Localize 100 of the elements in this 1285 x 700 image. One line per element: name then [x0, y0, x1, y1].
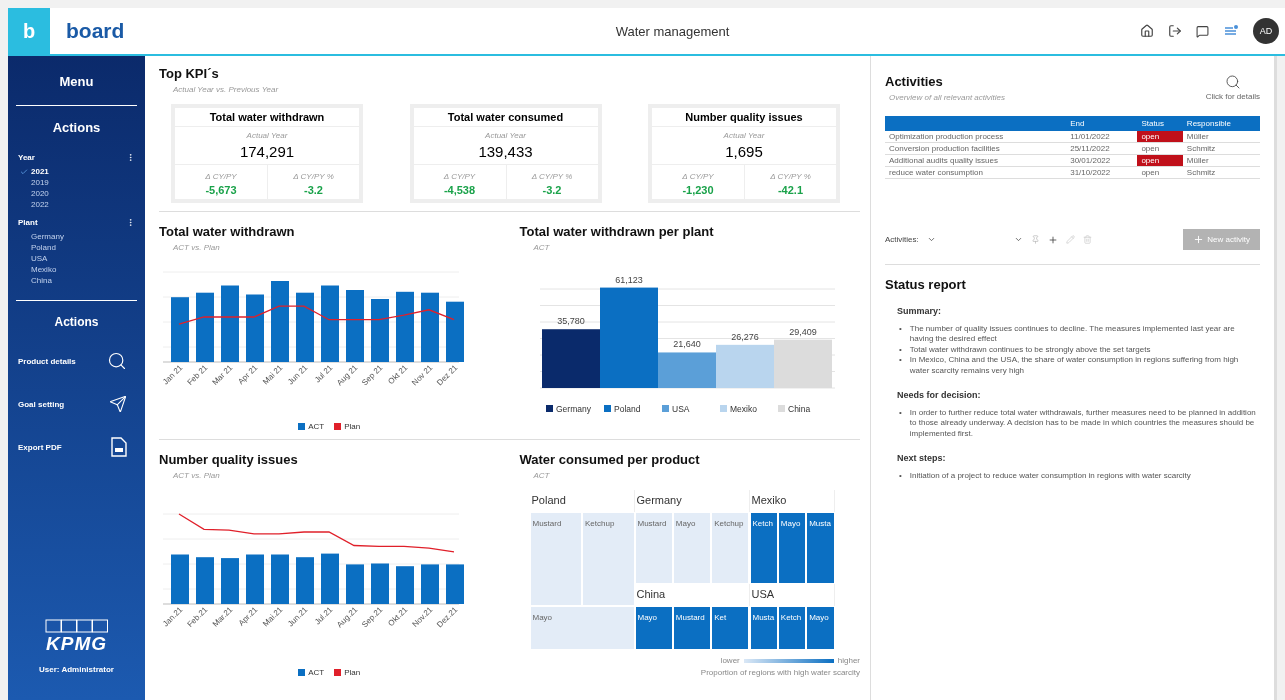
chart-subtitle: ACT vs. Plan [172, 470, 221, 480]
home-icon[interactable] [1140, 24, 1154, 38]
legend-label: ACT [308, 668, 325, 677]
delta-label: Δ CY/PY [682, 171, 714, 181]
report-item: Initiation of a project to reduce water consumption in regions with water scarcity [909, 471, 1191, 482]
report-item: In Mexico, China and the USA, the share of water consumption in regions suffering from high water scarcity remains very high [909, 355, 1240, 376]
filter-label: Activities: [885, 235, 919, 244]
axis-label: Nov 21 [410, 363, 435, 388]
kpi-value: 1,695 [652, 140, 836, 165]
treemap-cell[interactable]: Ketch [749, 512, 778, 584]
details-link[interactable]: Click for details [1205, 92, 1260, 101]
filter-item[interactable]: 2020 [14, 188, 139, 199]
delta-value: -3.2 [542, 183, 562, 196]
delta-value: -4,538 [443, 183, 476, 196]
kpi-period: Actual Year [484, 130, 527, 140]
table-cell: reduce water consumption [885, 166, 1067, 179]
filter-item[interactable]: USA [14, 253, 139, 264]
action-label[interactable]: Export PDF [18, 442, 62, 452]
axis-label: Feb 21 [185, 363, 210, 388]
check-icon [20, 167, 28, 176]
delta-label: Δ CY/PY [205, 171, 237, 181]
filter-label: Year [18, 153, 35, 162]
bar [715, 344, 774, 388]
treemap-cell[interactable]: Mayo [634, 606, 673, 650]
action-label[interactable]: Goal setting [18, 399, 65, 409]
data-label: 26,276 [730, 331, 759, 342]
chart-subtitle: ACT [532, 470, 551, 480]
axis-label: Okt 21 [386, 363, 410, 387]
filter-item[interactable]: Poland [14, 242, 139, 253]
list-icon[interactable] [1223, 24, 1239, 38]
treemap-cell[interactable]: Ketchup [711, 512, 750, 584]
axis-label: Apr 21 [236, 363, 260, 387]
delta-label: Δ CY/PY % [531, 171, 573, 181]
treemap-cell[interactable]: Mustard [634, 512, 673, 584]
treemap-cell[interactable]: Mayo [672, 512, 712, 584]
data-label: 35,780 [556, 316, 585, 327]
section-title: Actions [51, 119, 102, 137]
treemap-cell[interactable]: Ketch [777, 606, 807, 650]
kpi-value: 139,433 [413, 140, 598, 165]
treemap-cell[interactable]: Mayo [529, 606, 635, 650]
legend-label: ACT [308, 422, 325, 431]
kpi-title: Total water consumed [413, 108, 598, 127]
table-cell: Müller [1182, 154, 1260, 167]
section-subtitle: Overview of all relevant activities [888, 92, 1006, 102]
paper-plane-icon[interactable] [109, 395, 127, 413]
filter-item[interactable]: 2019 [14, 177, 139, 188]
treemap-cell[interactable]: Mayo [806, 606, 835, 650]
data-label: 61,123 [614, 274, 643, 285]
more-icon[interactable] [126, 218, 135, 227]
search-icon[interactable] [1224, 74, 1241, 90]
bullet-mark: • [899, 355, 902, 366]
treemap-cell[interactable]: Ketchup [582, 512, 635, 606]
table-cell: Schmitz [1182, 166, 1260, 179]
chart-subtitle: ACT [532, 242, 551, 252]
axis-label: Sep 21 [360, 363, 385, 388]
filter-item[interactable]: China [14, 275, 139, 286]
add-icon[interactable] [1047, 234, 1058, 245]
chart-title: Total water withdrawn [159, 224, 296, 239]
menu-title[interactable]: Menu [14, 56, 139, 101]
delta-label: Δ CY/PY % [293, 171, 334, 181]
filter-item[interactable]: 2021 [14, 166, 139, 177]
table-cell: Conversion production facilities [885, 142, 1067, 155]
filter-item[interactable]: Germany [14, 231, 139, 242]
treemap-cell[interactable]: Mayo [777, 512, 807, 584]
scale-caption: Proportion of regions with high water scarcity [699, 667, 860, 677]
user-avatar[interactable]: AD [1253, 18, 1279, 44]
column-header: End [1066, 116, 1138, 131]
treemap-cell[interactable]: Ket [711, 606, 750, 650]
report-item: The number of quality issues continues to decline. The measures implemented last year are having the desired effect [909, 324, 1236, 345]
filter-item[interactable]: 2022 [14, 199, 139, 210]
kpi-title: Total water withdrawn [175, 108, 359, 127]
bullet-mark: • [899, 344, 902, 356]
treemap-cell[interactable]: Musta [806, 512, 835, 584]
search-icon[interactable] [107, 351, 127, 371]
document-icon[interactable] [111, 437, 127, 457]
dropdown-icon[interactable] [1013, 235, 1023, 244]
delta-label: Δ CY/PY [443, 171, 476, 181]
data-label: 29,409 [788, 326, 817, 337]
action-label[interactable]: Product details [18, 356, 76, 366]
treemap-cell[interactable]: Mustard [529, 512, 582, 606]
axis-label: Jul 21 [312, 363, 335, 385]
more-icon[interactable] [126, 153, 135, 162]
table-cell: Schmitz [1182, 142, 1260, 155]
dropdown-icon[interactable] [926, 235, 936, 244]
chart-title: Water consumed per product [519, 452, 701, 467]
axis-label: Mar 21 [210, 363, 235, 388]
logout-icon[interactable] [1168, 24, 1182, 38]
axis-label: Mai 21 [261, 363, 285, 387]
treemap-cell[interactable]: Musta [749, 606, 778, 650]
kpi-period: Actual Year [722, 130, 766, 140]
page-title: Water management [614, 23, 731, 39]
category-label: China [787, 404, 810, 414]
bullet-mark: • [899, 407, 902, 419]
chat-icon[interactable] [1196, 24, 1209, 38]
filter-label: Plant [18, 218, 38, 227]
status-cell: open [1137, 166, 1183, 179]
filter-item[interactable]: Mexiko [14, 264, 139, 275]
treemap-cell[interactable]: Mustard [672, 606, 712, 650]
section-subtitle: Actual Year vs. Previous Year [172, 84, 280, 94]
report-heading: Next steps: [896, 452, 947, 466]
